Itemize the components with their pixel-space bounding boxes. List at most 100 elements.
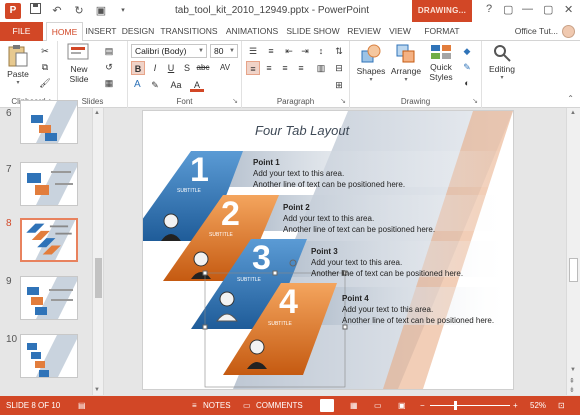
normal-view-icon[interactable] xyxy=(320,399,334,412)
thumbnail-scrollbar[interactable]: ▲ ▼ xyxy=(92,108,104,395)
slide-canvas[interactable]: Four Tab Layout 1 SUBTITLE 2 SUBTITLE 3 … xyxy=(143,111,513,389)
font-color-button[interactable]: A xyxy=(190,78,204,92)
spelling-status-icon[interactable]: ▤ xyxy=(78,396,86,415)
line-spacing-icon[interactable]: ↕ xyxy=(314,44,328,58)
help-icon[interactable]: ? xyxy=(486,3,492,15)
paste-button[interactable]: Paste ▾ xyxy=(3,44,33,86)
slide-scrollbar[interactable]: ▲ ▼ ⇞ ⇟ xyxy=(566,108,580,395)
decrease-indent-icon[interactable]: ⇤ xyxy=(282,44,296,58)
slide-thumbnail-9[interactable] xyxy=(20,276,78,320)
zoom-level[interactable]: 52% xyxy=(530,396,546,415)
bold-button[interactable]: B xyxy=(131,61,145,75)
slide-sorter-icon[interactable]: ▦ xyxy=(350,396,358,415)
highlight-icon[interactable]: ✎ xyxy=(148,78,162,92)
align-right-icon[interactable]: ≡ xyxy=(278,61,292,75)
italic-button[interactable]: I xyxy=(148,61,162,75)
font-name-select[interactable]: Calibri (Body) ▼ xyxy=(131,44,207,58)
save-icon[interactable] xyxy=(28,3,42,19)
close-icon[interactable]: ✕ xyxy=(564,3,573,16)
zoom-slider-thumb[interactable] xyxy=(454,401,457,410)
tab-review[interactable]: REVIEW xyxy=(344,22,384,41)
point-2-textbox[interactable]: Point 2 Add your text to this area. Anot… xyxy=(283,202,435,235)
strikethrough-button[interactable]: abc xyxy=(194,61,212,75)
section-icon[interactable]: ▦ xyxy=(102,76,116,90)
undo-icon[interactable]: ↶ xyxy=(50,3,64,19)
format-painter-icon[interactable]: 🖌 xyxy=(38,76,52,90)
font-launcher-icon[interactable]: ↘ xyxy=(232,97,238,105)
user-account-name[interactable]: Office Tut... xyxy=(515,22,558,41)
redo-icon[interactable]: ↻ xyxy=(72,3,86,19)
notes-button[interactable]: NOTES xyxy=(203,396,231,415)
copy-icon[interactable]: ⧉ xyxy=(38,60,52,74)
ribbon-display-options-icon[interactable]: ▢ xyxy=(503,3,513,16)
font-size-select[interactable]: 80 ▼ xyxy=(210,44,238,58)
reading-view-icon[interactable]: ▭ xyxy=(374,396,382,415)
slide-thumbnail-7[interactable] xyxy=(20,162,78,206)
shadow-button[interactable]: S xyxy=(180,61,194,75)
tab-view[interactable]: VIEW xyxy=(386,22,414,41)
increase-indent-icon[interactable]: ⇥ xyxy=(298,44,312,58)
selection-handle[interactable] xyxy=(202,270,208,276)
tab-format[interactable]: FORMAT xyxy=(420,22,464,41)
fit-slide-icon[interactable]: ⊡ xyxy=(558,396,565,415)
shape-effects-icon[interactable]: ◐ xyxy=(460,76,474,90)
slide-thumbnail-10[interactable] xyxy=(20,334,78,378)
tab-file[interactable]: FILE xyxy=(0,22,43,41)
previous-slide-icon[interactable]: ⇞ xyxy=(569,377,575,385)
point-4-textbox[interactable]: Point 4 Add your text to this area. Anot… xyxy=(342,293,494,326)
shape-fill-icon[interactable]: ◆ xyxy=(460,44,474,58)
slide-scroll-thumb[interactable] xyxy=(569,258,578,282)
numbering-icon[interactable]: ≡ xyxy=(264,44,278,58)
text-effects-icon[interactable]: A xyxy=(131,78,145,92)
editing-button[interactable]: Editing ▾ xyxy=(484,43,520,81)
character-spacing-button[interactable]: AV xyxy=(216,61,234,75)
scroll-up-icon[interactable]: ▲ xyxy=(94,110,100,116)
slide-show-icon[interactable]: ▣ xyxy=(398,396,406,415)
slide-thumbnail-6[interactable] xyxy=(20,100,78,144)
zoom-in-icon[interactable]: + xyxy=(513,396,518,415)
tab-home[interactable]: HOME xyxy=(46,22,83,42)
quick-styles-button[interactable]: Quick Styles xyxy=(426,43,456,82)
reset-icon[interactable]: ↺ xyxy=(102,60,116,74)
justify-icon[interactable]: ≡ xyxy=(294,61,308,75)
collapse-ribbon-icon[interactable]: ⌃ xyxy=(567,94,574,103)
slide-thumbnail-8[interactable] xyxy=(20,218,78,262)
scroll-down-icon[interactable]: ▼ xyxy=(570,367,576,373)
underline-button[interactable]: U xyxy=(164,61,178,75)
new-slide-button[interactable]: New Slide xyxy=(64,43,94,84)
next-slide-icon[interactable]: ⇟ xyxy=(569,386,575,394)
change-case-button[interactable]: Aa xyxy=(166,78,186,92)
maximize-icon[interactable]: ▢ xyxy=(543,3,553,16)
tab-design[interactable]: DESIGN xyxy=(120,22,156,41)
align-center-icon[interactable]: ≡ xyxy=(262,61,276,75)
align-left-icon[interactable]: ≡ xyxy=(246,61,260,75)
tab-slide-show[interactable]: SLIDE SHOW xyxy=(284,22,342,41)
minimize-icon[interactable]: — xyxy=(522,3,533,15)
zoom-slider-track[interactable] xyxy=(430,405,510,406)
point-3-textbox[interactable]: Point 3 Add your text to this area. Anot… xyxy=(311,246,463,279)
align-text-icon[interactable]: ⊟ xyxy=(332,61,346,75)
paragraph-launcher-icon[interactable]: ↘ xyxy=(340,97,346,105)
customize-qat-icon[interactable]: ▾ xyxy=(116,3,130,19)
arrange-button[interactable]: Arrange ▾ xyxy=(388,43,424,83)
smartart-icon[interactable]: ⊞ xyxy=(332,78,346,92)
bullets-icon[interactable]: ☰ xyxy=(246,44,260,58)
drawing-launcher-icon[interactable]: ↘ xyxy=(472,97,478,105)
comments-button[interactable]: COMMENTS xyxy=(256,396,303,415)
columns-icon[interactable]: ▥ xyxy=(314,61,328,75)
tab-insert[interactable]: INSERT xyxy=(84,22,118,41)
shapes-button[interactable]: Shapes ▾ xyxy=(356,43,386,83)
scroll-down-icon[interactable]: ▼ xyxy=(94,387,100,393)
tab-transitions[interactable]: TRANSITIONS xyxy=(158,22,220,41)
text-direction-icon[interactable]: ⇅ xyxy=(332,44,346,58)
zoom-out-icon[interactable]: − xyxy=(420,396,425,415)
user-avatar[interactable] xyxy=(562,25,575,38)
cut-icon[interactable]: ✂ xyxy=(38,44,52,58)
scroll-up-icon[interactable]: ▲ xyxy=(570,110,576,116)
point-1-textbox[interactable]: Point 1 Add your text to this area. Anot… xyxy=(253,157,405,190)
selection-handle[interactable] xyxy=(272,270,278,276)
start-slideshow-icon[interactable]: ▣ xyxy=(94,3,108,19)
layout-icon[interactable]: ▤ xyxy=(102,44,116,58)
tab-animations[interactable]: ANIMATIONS xyxy=(222,22,282,41)
thumbnail-scroll-thumb[interactable] xyxy=(95,258,102,298)
